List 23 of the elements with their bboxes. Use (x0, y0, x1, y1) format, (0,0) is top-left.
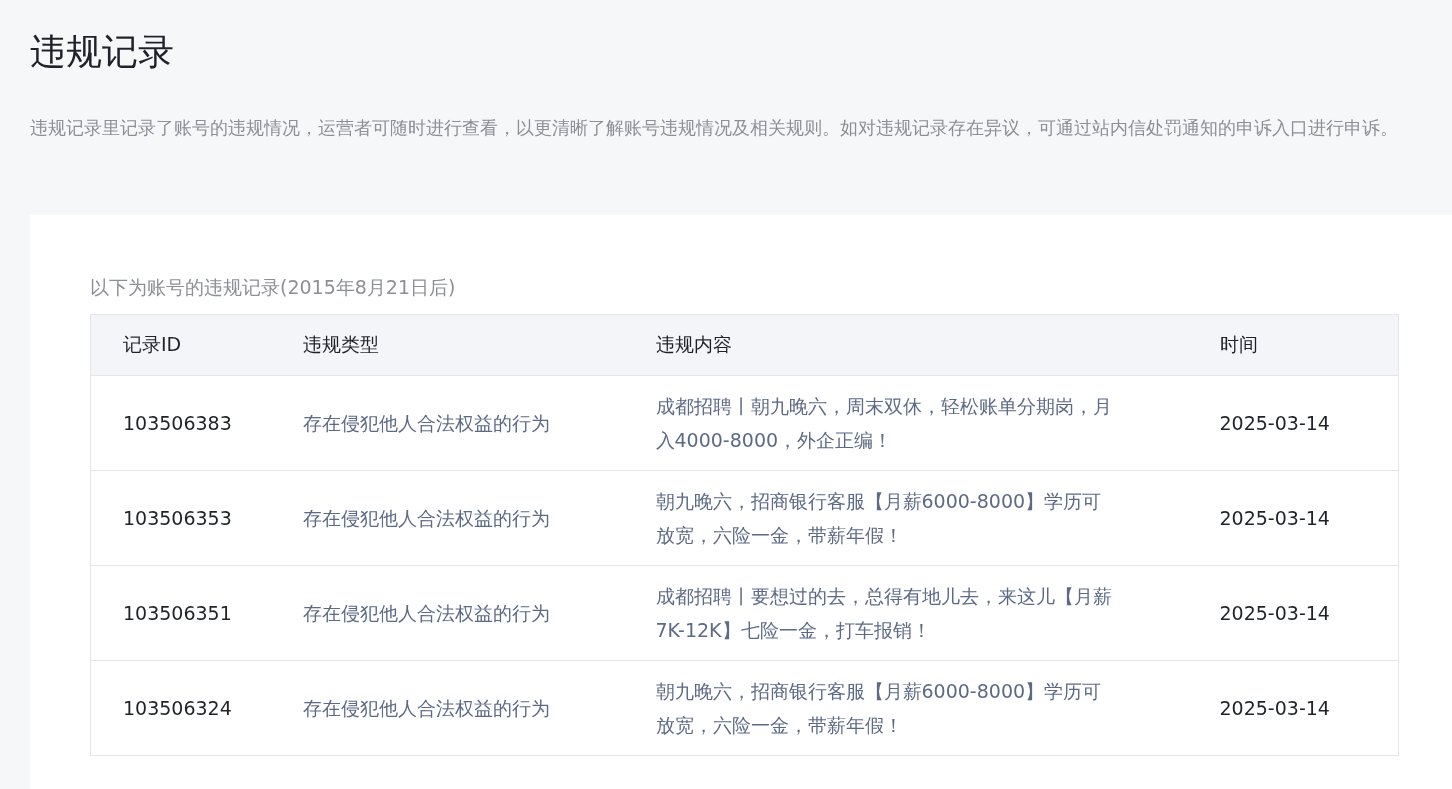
column-header: 违规类型 (270, 314, 624, 376)
violation-content: 朝九晚六，招商银行客服【月薪6000-8000】学历可放宽，六险一金，带薪年假！ (655, 488, 1103, 548)
record-time: 2025-03-14 (1187, 470, 1399, 566)
violation-content: 成都招聘丨要想过的去，总得有地儿去，来这儿【月薪7K-12K】七险一金，打车报销！ (655, 583, 1113, 643)
record-id: 103506351 (90, 565, 271, 661)
record-time: 2025-03-14 (1187, 565, 1399, 661)
violation-type: 存在侵犯他人合法权益的行为 (270, 565, 624, 661)
violation-type: 存在侵犯他人合法权益的行为 (270, 660, 624, 756)
violation-type: 存在侵犯他人合法权益的行为 (270, 375, 624, 471)
column-header: 记录ID (90, 314, 271, 376)
record-id: 103506383 (90, 375, 271, 471)
table-caption: 以下为账号的违规记录(2015年8月21日后) (90, 275, 457, 301)
violation-content: 朝九晚六，招商银行客服【月薪6000-8000】学历可放宽，六险一金，带薪年假！ (655, 678, 1103, 738)
record-id: 103506353 (90, 470, 271, 566)
column-header: 违规内容 (623, 314, 1188, 376)
record-id: 103506324 (90, 660, 271, 756)
record-time: 2025-03-14 (1187, 660, 1399, 756)
page-description: 违规记录里记录了账号的违规情况，运营者可随时进行查看，以更清晰了解账号违规情况及相关规则。如对违规记录存在异议，可通过站内信处罚通知的申诉入口进行申诉。 (30, 116, 1399, 141)
violation-content: 成都招聘丨朝九晚六，周末双休，轻松账单分期岗，月入4000-8000，外企正编！ (655, 393, 1113, 453)
column-header: 时间 (1187, 314, 1399, 376)
record-time: 2025-03-14 (1187, 375, 1399, 471)
violation-type: 存在侵犯他人合法权益的行为 (270, 470, 624, 566)
page-title: 违规记录 (30, 30, 175, 74)
